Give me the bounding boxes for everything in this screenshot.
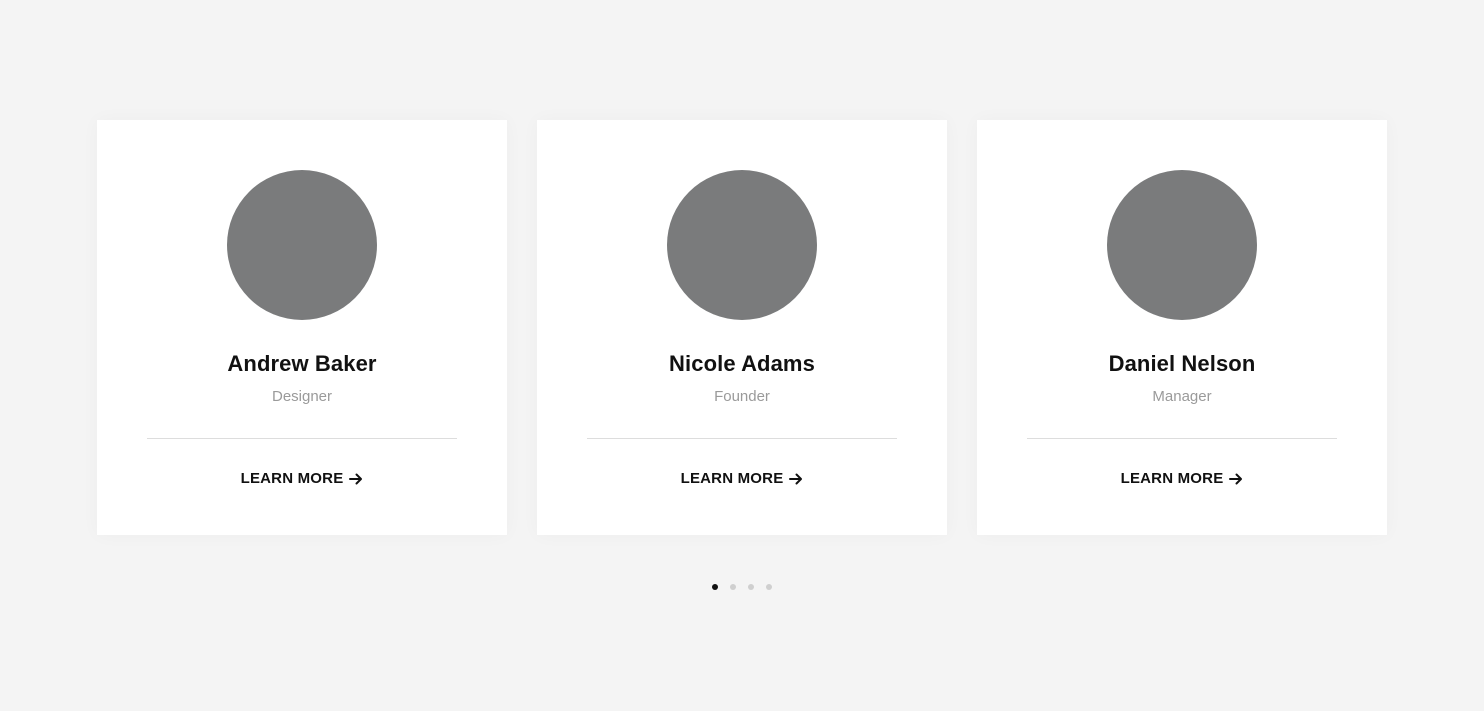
- team-carousel: Andrew Baker Designer LEARN MORE Nicole …: [0, 0, 1484, 711]
- member-name: Nicole Adams: [669, 351, 815, 376]
- learn-more-label: LEARN MORE: [240, 470, 344, 487]
- carousel-pagination: [0, 584, 1484, 590]
- divider: [147, 438, 457, 439]
- team-card-andrew-baker: Andrew Baker Designer LEARN MORE: [97, 120, 507, 535]
- avatar: [667, 170, 817, 320]
- member-role: Designer: [271, 388, 333, 405]
- pagination-dot-4[interactable]: [766, 584, 772, 590]
- member-role: Founder: [714, 388, 770, 405]
- member-role: Manager: [1152, 388, 1212, 405]
- avatar: [227, 170, 377, 320]
- learn-more-link[interactable]: LEARN MORE: [537, 470, 947, 487]
- pagination-dot-3[interactable]: [748, 584, 754, 590]
- pagination-dot-2[interactable]: [730, 584, 736, 590]
- learn-more-link[interactable]: LEARN MORE: [97, 470, 507, 487]
- team-card-nicole-adams: Nicole Adams Founder LEARN MORE: [537, 120, 947, 535]
- member-name: Daniel Nelson: [1108, 351, 1256, 376]
- avatar: [1107, 170, 1257, 320]
- arrow-right-icon: [349, 472, 363, 486]
- divider: [587, 438, 897, 439]
- pagination-dot-1[interactable]: [712, 584, 718, 590]
- learn-more-link[interactable]: LEARN MORE: [977, 470, 1387, 487]
- learn-more-label: LEARN MORE: [1120, 470, 1224, 487]
- arrow-right-icon: [789, 472, 803, 486]
- member-name: Andrew Baker: [227, 351, 377, 376]
- arrow-right-icon: [1229, 472, 1243, 486]
- team-card-daniel-nelson: Daniel Nelson Manager LEARN MORE: [977, 120, 1387, 535]
- learn-more-label: LEARN MORE: [680, 470, 784, 487]
- divider: [1027, 438, 1337, 439]
